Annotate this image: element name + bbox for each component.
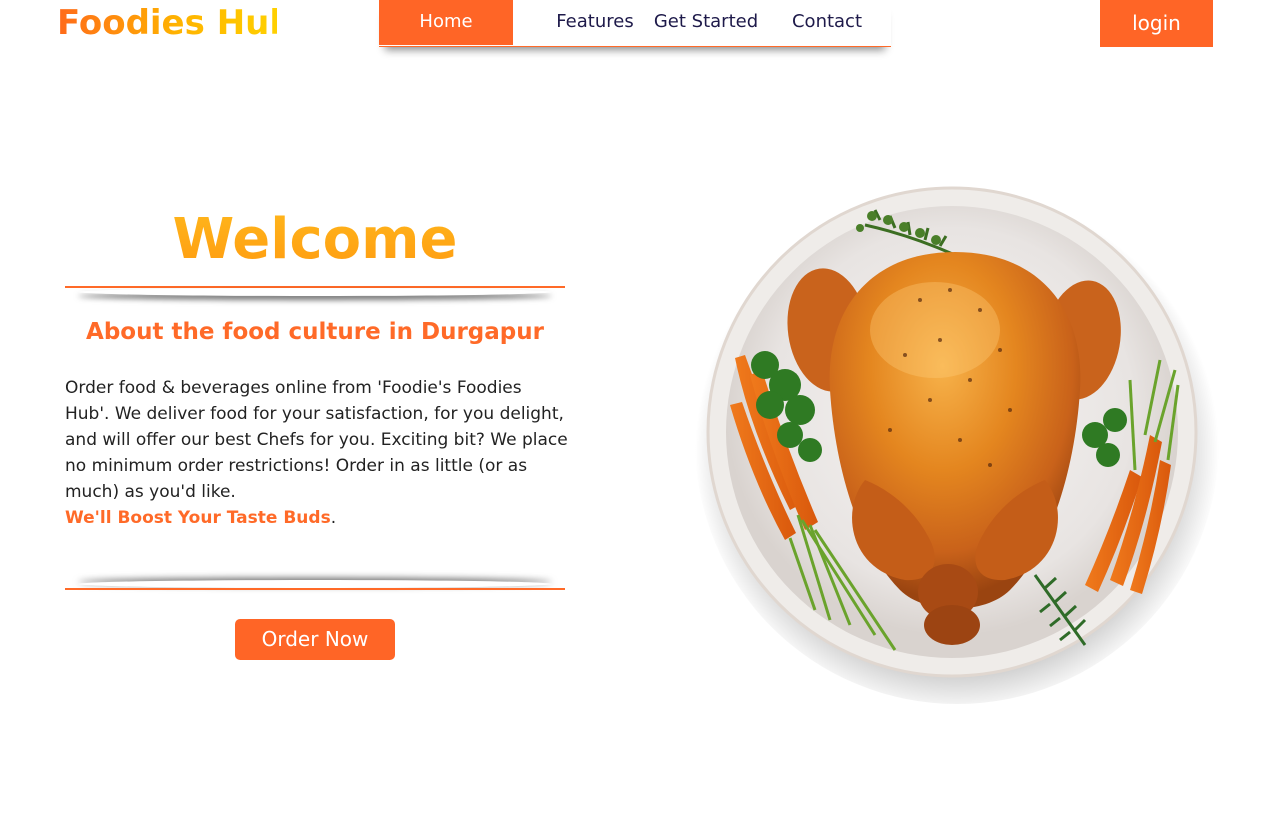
bottom-divider [65,588,565,590]
bottom-divider-shadow [78,580,552,588]
nav-get-started[interactable]: Get Started [651,0,761,45]
order-now-button[interactable]: Order Now [235,619,395,660]
hero-description: Order food & beverages online from 'Food… [65,375,570,531]
description-text: Order food & beverages online from 'Food… [65,378,568,502]
nav-features[interactable]: Features [555,0,635,45]
hero-title: Welcome [65,204,565,276]
hero-subtitle: About the food culture in Durgapur [86,319,544,345]
nav-home[interactable]: Home [379,0,513,45]
tagline: We'll Boost Your Taste Buds [65,508,331,528]
nav-contact[interactable]: Contact [789,0,865,45]
main-nav: Home Features Get Started Contact [379,0,891,47]
title-divider-shadow [78,288,552,296]
tagline-period: . [330,508,337,528]
site-logo[interactable]: Foodies Hub [57,2,294,44]
login-button[interactable]: login [1100,0,1213,47]
roast-chicken-image [695,180,1219,704]
